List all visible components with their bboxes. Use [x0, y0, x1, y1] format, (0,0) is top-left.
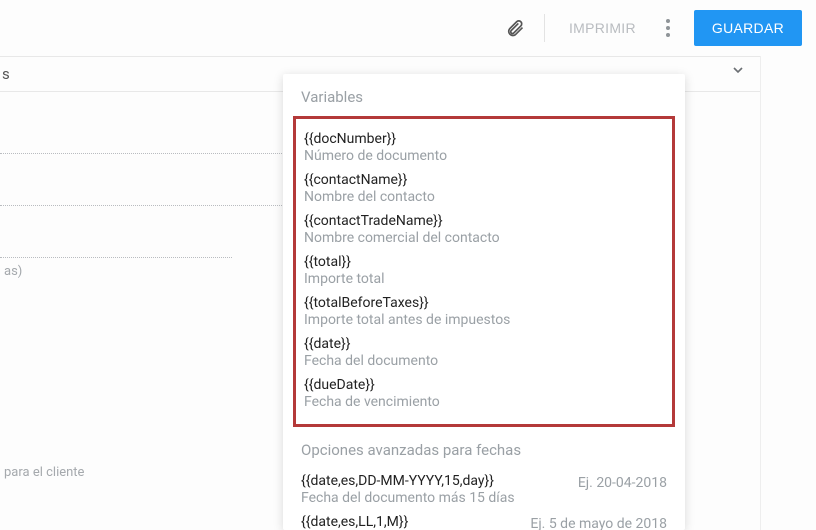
variable-example: Ej. 5 de mayo de 2018 [530, 514, 667, 530]
variable-item[interactable]: {{dueDate}} Fecha de vencimiento [302, 373, 666, 414]
variable-description: Importe total antes de impuestos [304, 312, 664, 328]
variable-description: Nombre comercial del contacto [304, 230, 664, 246]
variable-item[interactable]: {{date}} Fecha del documento [302, 332, 666, 373]
variable-item[interactable]: {{contactName}} Nombre del contacto [302, 168, 666, 209]
variables-section-title: Variables [283, 88, 685, 116]
advanced-variable-item[interactable]: {{date,es,DD-MM-YYYY,15,day}} Fecha del … [301, 469, 667, 510]
variable-item[interactable]: {{totalBeforeTaxes}} Importe total antes… [302, 291, 666, 332]
advanced-section-title: Opciones avanzadas para fechas [301, 441, 667, 469]
variable-example: Ej. 20-04-2018 [578, 473, 667, 491]
variable-description: Fecha del documento [304, 353, 664, 369]
variable-token: {{totalBeforeTaxes}} [304, 295, 664, 311]
print-button[interactable]: IMPRIMIR [563, 14, 642, 42]
variable-item[interactable]: {{contactTradeName}} Nombre comercial de… [302, 209, 666, 250]
variables-dropdown: Variables {{docNumber}} Número de docume… [283, 74, 685, 530]
chevron-down-icon[interactable] [730, 62, 746, 78]
input-suffix-text: as) [0, 264, 282, 279]
right-rail [760, 56, 816, 530]
variable-description: Nombre del contacto [304, 189, 664, 205]
save-button[interactable]: GUARDAR [694, 10, 802, 46]
input-underline[interactable] [0, 206, 232, 258]
variable-token: {{date,es,LL,1,M}} [301, 514, 520, 530]
left-form-area: as) para el cliente [0, 92, 282, 530]
variable-item[interactable]: {{total}} Importe total [302, 250, 666, 291]
variable-token: {{contactName}} [304, 172, 664, 188]
advanced-dates-section: Opciones avanzadas para fechas {{date,es… [283, 427, 685, 530]
toolbar-separator [544, 14, 545, 42]
variable-token: {{total}} [304, 254, 664, 270]
variable-description: Número de documento [304, 148, 664, 164]
variable-token: {{contactTradeName}} [304, 213, 664, 229]
variable-description: Fecha del documento más 15 días [301, 490, 568, 506]
input-underline[interactable] [0, 102, 282, 154]
more-options-icon[interactable] [656, 16, 680, 40]
client-line-label: para el cliente [0, 465, 282, 480]
variable-token: {{date,es,DD-MM-YYYY,15,day}} [301, 473, 568, 489]
input-underline[interactable] [0, 154, 282, 206]
variable-item[interactable]: {{docNumber}} Número de documento [302, 127, 666, 168]
variable-token: {{date}} [304, 336, 664, 352]
variable-token: {{docNumber}} [304, 131, 664, 147]
variable-description: Fecha de vencimiento [304, 394, 664, 410]
panel-header-fragment: s [2, 65, 10, 83]
variables-highlight-box: {{docNumber}} Número de documento {{cont… [293, 116, 675, 427]
top-toolbar: IMPRIMIR GUARDAR [0, 0, 816, 56]
advanced-variable-item[interactable]: {{date,es,LL,1,M}} Ej. 5 de mayo de 2018 [301, 510, 667, 530]
attachment-icon[interactable] [504, 17, 526, 39]
variable-description: Importe total [304, 271, 664, 287]
variable-token: {{dueDate}} [304, 377, 664, 393]
